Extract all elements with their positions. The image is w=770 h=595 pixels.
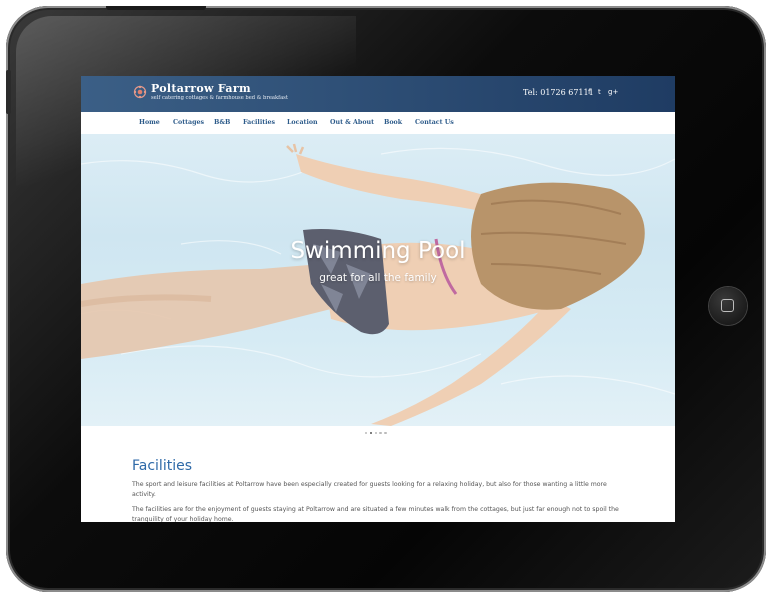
hero-subtitle: great for all the family (319, 272, 437, 284)
site-header: Poltarrow Farm self catering cottages & … (81, 76, 675, 112)
slider-dot[interactable] (374, 432, 377, 435)
nav-book[interactable]: Book (384, 119, 402, 126)
brand-title[interactable]: Poltarrow Farm (151, 82, 251, 95)
slider-dot[interactable] (369, 432, 373, 435)
nav-home[interactable]: Home (139, 119, 160, 126)
intro-paragraph: The sport and leisure facilities at Polt… (132, 481, 607, 498)
nav-location[interactable]: Location (287, 119, 318, 126)
brand-subtitle: self catering cottages & farmhouse bed &… (151, 95, 288, 101)
tablet-top-edge (106, 6, 206, 10)
slider-dot[interactable] (384, 432, 387, 435)
home-button[interactable] (709, 287, 747, 325)
nav-out-and-about[interactable]: Out & About (330, 119, 374, 126)
nav-bnb[interactable]: B&B (214, 119, 230, 126)
facilities-section: Facilities The sport and leisure facilit… (132, 458, 632, 522)
phone-number: Tel: 01726 67111 (523, 88, 594, 97)
logo-icon (133, 85, 147, 99)
google-plus-icon[interactable]: g+ (608, 88, 618, 96)
nav-cottages[interactable]: Cottages (173, 119, 204, 126)
tablet-side-button (6, 70, 11, 114)
slider-pagination (365, 432, 389, 436)
hero-slider[interactable]: Swimming Pool great for all the family (81, 134, 675, 426)
slider-dot[interactable] (379, 432, 382, 435)
nav-facilities[interactable]: Facilities (243, 119, 275, 126)
section-heading: Facilities (132, 458, 192, 474)
nav-contact-us[interactable]: Contact Us (415, 119, 454, 126)
website-screen: Poltarrow Farm self catering cottages & … (81, 76, 675, 522)
home-square-icon (721, 299, 734, 312)
hero-title: Swimming Pool (290, 238, 466, 264)
main-nav: Home Cottages B&B Facilities Location Ou… (81, 112, 675, 135)
twitter-icon[interactable]: t (598, 88, 601, 96)
slider-dot[interactable] (365, 432, 368, 435)
detail-paragraph: The facilities are for the enjoyment of … (132, 506, 619, 522)
facebook-icon[interactable]: f (588, 88, 590, 96)
